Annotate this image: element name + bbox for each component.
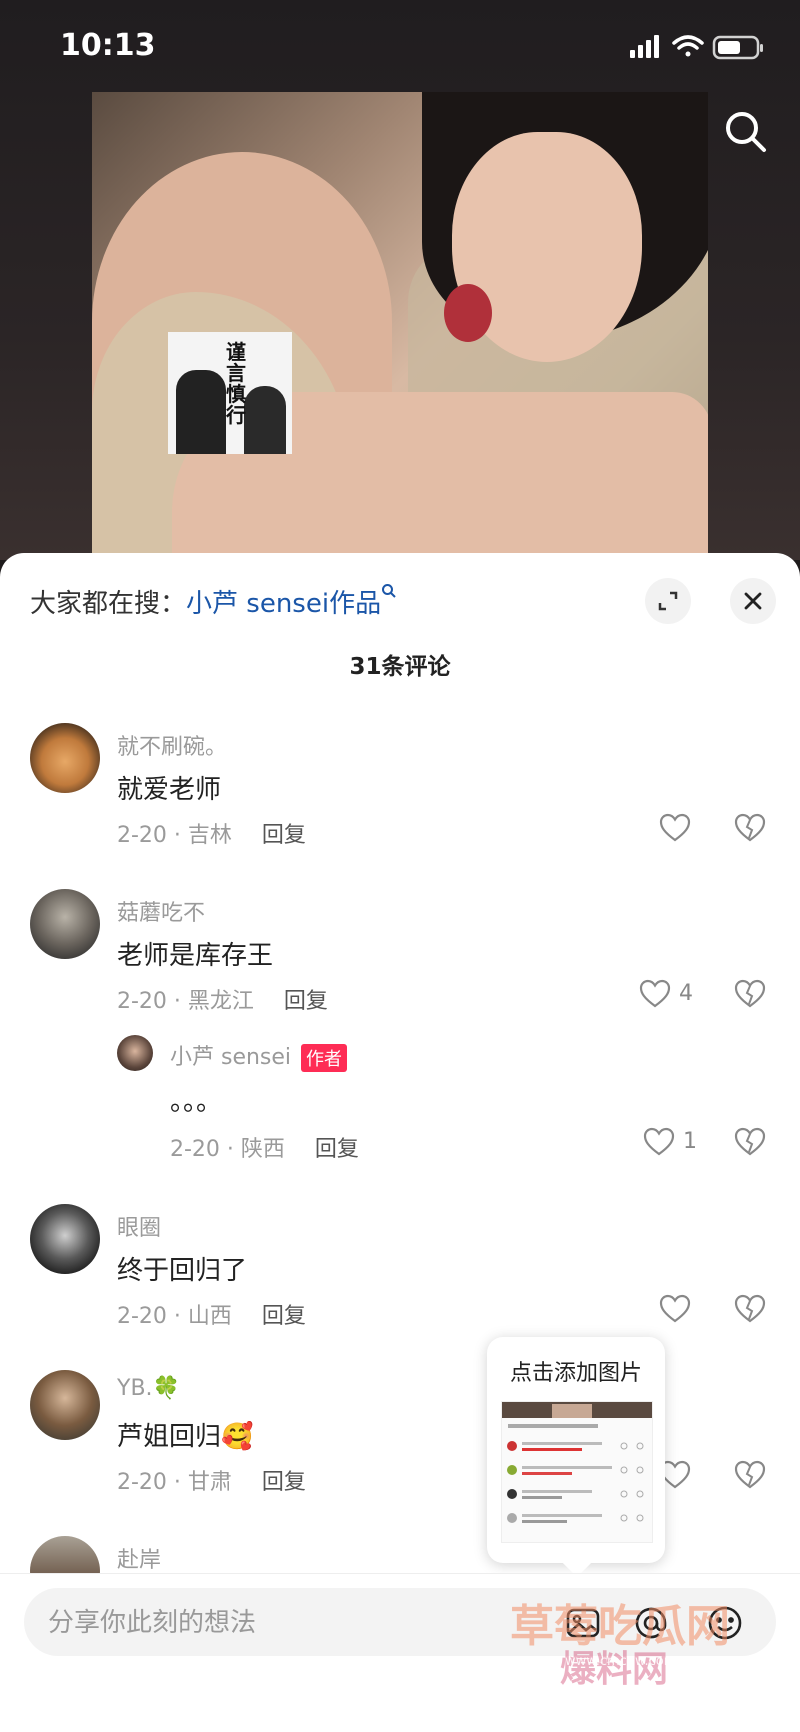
dislike-button[interactable] xyxy=(733,1458,767,1492)
wifi-icon xyxy=(672,35,704,57)
like-count: 4 xyxy=(679,981,693,1006)
comment-date-location: 2-20 · 甘肃 xyxy=(117,1470,232,1495)
dislike-button[interactable] xyxy=(733,1125,767,1159)
dislike-button[interactable] xyxy=(733,811,767,845)
tooltip-title: 点击添加图片 xyxy=(509,1361,642,1386)
comment-text: 就爱老师 xyxy=(117,775,222,805)
signal-icon xyxy=(630,35,659,58)
sticker-text: 谨言慎行 xyxy=(226,340,246,427)
reply-button[interactable]: 回复 xyxy=(262,823,306,848)
close-button[interactable] xyxy=(730,578,776,624)
battery-icon xyxy=(712,35,763,60)
comment-username[interactable]: 眼圈 xyxy=(117,1210,161,1242)
avatar[interactable] xyxy=(30,723,100,793)
reply-text: 。。。 xyxy=(170,1087,223,1117)
like-count: 1 xyxy=(683,1129,697,1154)
author-username[interactable]: 小芦 sensei xyxy=(170,1045,291,1070)
author-avatar[interactable] xyxy=(117,1035,153,1071)
status-icons xyxy=(630,32,770,66)
hot-search[interactable]: 大家都在搜：小芦 sensei作品 xyxy=(30,583,397,620)
broken-heart-icon xyxy=(734,979,766,1008)
comment-text: 老师是库存王 xyxy=(117,941,274,971)
broken-heart-icon xyxy=(734,1294,766,1323)
comment-panel: 大家都在搜：小芦 sensei作品 31条评论 就不刷碗。 就爱老师 2-20 … xyxy=(0,553,800,1731)
comment-date-location: 2-20 · 吉林 xyxy=(117,823,232,848)
broken-heart-icon xyxy=(734,1127,766,1156)
reply-button[interactable]: 回复 xyxy=(262,1304,306,1329)
comment-username[interactable]: 就不刷碗。 xyxy=(117,729,227,761)
like-button[interactable] xyxy=(658,1292,692,1326)
like-button[interactable] xyxy=(658,811,692,845)
reply-date-location: 2-20 · 陕西 xyxy=(170,1137,285,1162)
author-username-row: 小芦 sensei 作者 xyxy=(170,1039,348,1072)
expand-button[interactable] xyxy=(645,578,691,624)
avatar[interactable] xyxy=(30,889,100,959)
broken-heart-icon xyxy=(734,1460,766,1489)
broken-heart-icon xyxy=(734,813,766,842)
comment-date-location: 2-20 · 黑龙江 xyxy=(117,989,254,1014)
like-button[interactable]: 4 xyxy=(638,977,693,1011)
search-icon[interactable] xyxy=(722,108,770,156)
comment-input[interactable] xyxy=(46,1588,530,1658)
hot-search-keyword[interactable]: 小芦 sensei作品 xyxy=(186,589,381,619)
watermark-url: www.cmcgw.com xyxy=(565,1654,677,1669)
comment-text: 终于回归了 xyxy=(117,1256,248,1286)
expand-icon xyxy=(658,591,678,611)
screenshot-thumbnail[interactable] xyxy=(501,1401,653,1543)
reply-button[interactable]: 回复 xyxy=(262,1470,306,1495)
dislike-button[interactable] xyxy=(733,1292,767,1326)
avatar[interactable] xyxy=(30,1204,100,1274)
heart-icon xyxy=(643,1127,675,1156)
comment-username[interactable]: 菇蘑吃不 xyxy=(117,895,205,927)
heart-icon xyxy=(659,1294,691,1323)
comment-username[interactable]: YB.🍀 xyxy=(117,1376,180,1401)
comment-text: 芦姐回归🥰 xyxy=(117,1422,254,1452)
status-time: 10:13 xyxy=(60,28,156,63)
close-icon xyxy=(744,592,762,610)
status-bar: 10:13 xyxy=(0,0,800,92)
add-image-tooltip[interactable]: 点击添加图片 xyxy=(487,1337,665,1578)
comment-date-location: 2-20 · 山西 xyxy=(117,1304,232,1329)
heart-icon xyxy=(639,979,671,1008)
video-player[interactable]: 谨言慎行 xyxy=(92,92,708,562)
avatar[interactable] xyxy=(30,1370,100,1440)
dislike-button[interactable] xyxy=(733,977,767,1011)
comment-username[interactable]: 赴岸 xyxy=(117,1542,161,1574)
hot-search-prefix: 大家都在搜： xyxy=(30,589,187,619)
small-search-icon xyxy=(381,583,397,604)
reply-button[interactable]: 回复 xyxy=(315,1137,359,1162)
meme-sticker: 谨言慎行 xyxy=(168,332,292,454)
reply-button[interactable]: 回复 xyxy=(284,989,328,1014)
heart-icon xyxy=(659,813,691,842)
comment-count: 31条评论 xyxy=(349,654,451,680)
author-badge: 作者 xyxy=(301,1044,348,1072)
like-button[interactable]: 1 xyxy=(642,1125,697,1159)
